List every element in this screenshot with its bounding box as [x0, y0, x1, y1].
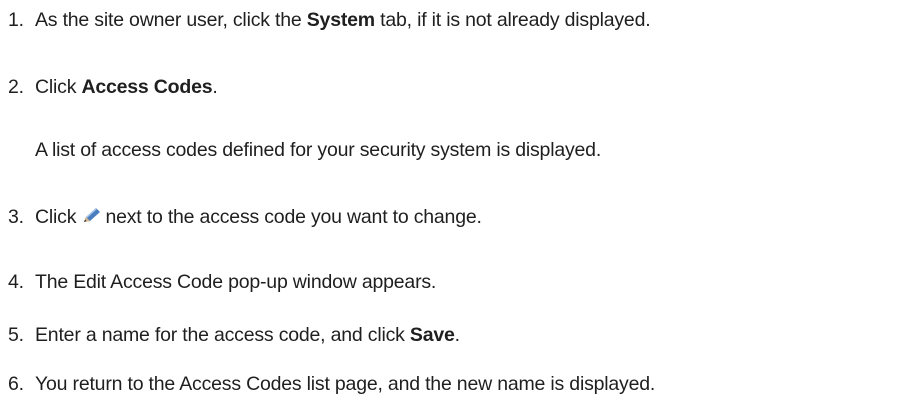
- step-number: 5.: [8, 324, 24, 346]
- step-text: You return to the Access Codes list page…: [35, 373, 656, 395]
- step-text: Click Access Codes.: [35, 75, 218, 99]
- step-text-after: .: [454, 324, 460, 346]
- step-number: 3.: [8, 206, 24, 228]
- step-number: 4.: [8, 271, 24, 293]
- system-tab-label: System: [306, 9, 375, 31]
- step-text-after: .: [212, 76, 218, 98]
- step-text-before: Enter a name for the access code, and cl…: [35, 324, 410, 346]
- step-number: 6.: [8, 373, 24, 395]
- step-text: The Edit Access Code pop-up window appea…: [35, 271, 437, 293]
- step-text-before: As the site owner user, click the: [35, 9, 307, 31]
- instruction-document: 1. As the site owner user, click the Sys…: [0, 0, 908, 406]
- save-label: Save: [409, 324, 455, 346]
- edit-pencil-icon: [81, 207, 103, 225]
- step-text: Click next to the access code you want t…: [35, 205, 482, 229]
- step-text-after: next to the access code you want to chan…: [105, 206, 482, 228]
- step-text: Enter a name for the access code, and cl…: [35, 323, 460, 347]
- step-2-note: A list of access codes defined for your …: [35, 139, 602, 161]
- step-text-before: Click: [35, 76, 82, 98]
- access-codes-label: Access Codes: [81, 76, 213, 98]
- step-number: 1.: [8, 9, 24, 31]
- step-number: 2.: [8, 76, 24, 98]
- step-text-before: Click: [35, 206, 77, 228]
- step-text-after: tab, if it is not already displayed.: [374, 9, 651, 31]
- step-text: As the site owner user, click the System…: [35, 8, 651, 32]
